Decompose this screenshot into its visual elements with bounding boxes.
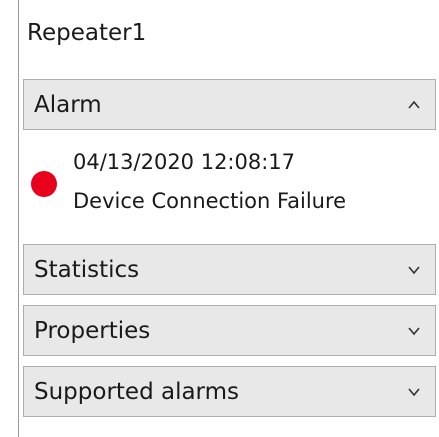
alarm-timestamp: 04/13/2020 12:08:17 (73, 150, 296, 174)
properties-section-header[interactable]: Properties (23, 305, 436, 356)
alarm-section-header[interactable]: Alarm (23, 79, 436, 130)
alarm-entry: 04/13/2020 12:08:17 Device Connection Fa… (23, 133, 436, 231)
alarm-section-label: Alarm (34, 92, 102, 118)
properties-section-label: Properties (34, 318, 151, 344)
status-dot-icon (31, 171, 57, 197)
chevron-down-icon[interactable] (407, 385, 421, 399)
chevron-down-icon[interactable] (407, 324, 421, 338)
statistics-section-label: Statistics (34, 257, 140, 283)
chevron-down-icon[interactable] (407, 263, 421, 277)
statistics-section-header[interactable]: Statistics (23, 244, 436, 295)
supported-alarms-section-header[interactable]: Supported alarms (23, 366, 436, 417)
supported-alarms-section-label: Supported alarms (34, 379, 240, 405)
alarm-message: Device Connection Failure (73, 189, 347, 213)
chevron-up-icon[interactable] (407, 98, 421, 112)
device-details-panel: Repeater1 Alarm 04/13/2020 12:08:17 Devi… (18, 0, 439, 437)
device-title: Repeater1 (27, 20, 147, 46)
